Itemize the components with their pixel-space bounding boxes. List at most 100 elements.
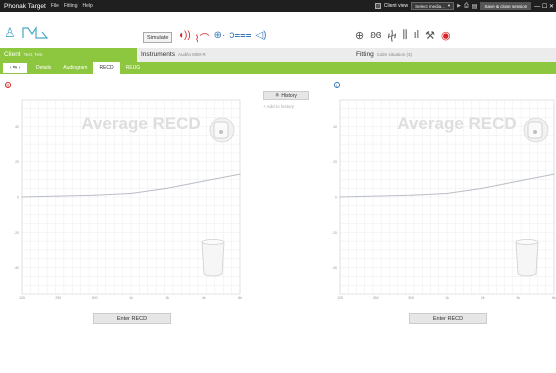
select-media-label: Select media... <box>415 3 445 9</box>
coupler-beaker-icon <box>201 239 225 277</box>
client-section[interactable]: Client Test, Test <box>0 48 137 62</box>
recd-point <box>203 180 205 182</box>
select-media-dropdown[interactable]: Select media... ▾ <box>411 2 455 10</box>
fitting-icons: ⊕ ʚɞ ⴕ ⫼ ıl ⚒ ◉ <box>355 29 451 42</box>
instruments-model: Audéo M90-R <box>177 52 206 57</box>
recd-chart-left: 40 20 0 -20 -40 125 250 500 1k 2k 4k 8k Average RECD <box>332 99 556 300</box>
tools-icon[interactable]: ⚒ <box>425 29 435 42</box>
y-tick-label: 20 <box>15 160 19 164</box>
y-tick-label: 20 <box>333 160 337 164</box>
add-to-history-link[interactable]: + Add to history <box>263 104 294 109</box>
recd-point <box>57 195 59 197</box>
fitting-title: Fitting <box>356 51 374 58</box>
chevron-down-icon: ▾ <box>447 3 451 8</box>
x-tick-label: 2k <box>481 296 485 300</box>
finish-icon[interactable]: ◉ <box>441 29 451 42</box>
tab-audiogram[interactable]: Audiogram <box>57 62 93 74</box>
toolbar-left-icons: ♙ <box>4 26 48 44</box>
simulate-button[interactable]: Simulate <box>143 32 173 43</box>
session-icon[interactable]: ▤ <box>472 3 478 10</box>
instruments-title: Instruments <box>141 51 175 58</box>
menu-file[interactable]: File <box>51 3 59 9</box>
y-tick-label: 40 <box>15 125 19 129</box>
instruments-section[interactable]: Instruments Audéo M90-R <box>137 48 352 62</box>
recd-point <box>553 173 555 175</box>
tab-reug[interactable]: REUG <box>120 62 146 74</box>
x-tick-label: 4k <box>202 296 206 300</box>
ear-remote-icon[interactable]: ⌇⌒ <box>195 30 210 45</box>
x-tick-label: 250 <box>373 296 379 300</box>
client-name: Test, Test <box>23 52 43 57</box>
hearing-aid-signal-icon[interactable]: ◖)) <box>178 30 191 45</box>
tab-details[interactable]: Details <box>30 62 57 74</box>
recd-point <box>482 187 484 189</box>
x-tick-label: 500 <box>92 296 98 300</box>
client-icon[interactable]: ♙ <box>4 26 16 44</box>
recd-point <box>446 192 448 195</box>
enter-recd-button-left[interactable]: Enter RECD <box>409 313 487 324</box>
x-tick-label: 2k <box>165 296 169 300</box>
title-bar: Phonak Target File Fitting Help Client v… <box>0 0 556 12</box>
menu-help[interactable]: Help <box>83 3 93 9</box>
menu-fitting[interactable]: Fitting <box>64 3 78 9</box>
recd-point <box>21 196 23 198</box>
x-tick-label: 500 <box>408 296 414 300</box>
play-icon[interactable]: ▶ <box>457 3 461 9</box>
phonak-target-window: Phonak Target File Fitting Help Client v… <box>0 0 556 373</box>
y-tick-label: 0 <box>335 196 337 200</box>
titlebar-right: Client view Select media... ▾ ▶ ⎙ ▤ Save… <box>374 0 554 12</box>
device-icon[interactable]: ⊕· <box>214 30 226 45</box>
sound-icon[interactable]: ◁) <box>255 30 266 45</box>
chart-title: Average RECD <box>81 114 200 133</box>
fitting-program: Calm situation (3) <box>376 52 412 57</box>
recd-point <box>517 180 519 182</box>
x-tick-label: 4k <box>516 296 520 300</box>
toolbar: ♙ Simulate ◖)) ⌇⌒ ⊕· ↄ⩶ ◁) ⊕ ʚɞ ⴕ ⫼ ıl ⚒… <box>0 12 556 48</box>
history-button[interactable]: ≚ History <box>263 91 309 100</box>
y-tick-label: 40 <box>333 125 337 129</box>
save-close-session-button[interactable]: Save & close session <box>480 2 532 10</box>
bars-icon[interactable]: ıl <box>414 29 420 42</box>
x-tick-label: 125 <box>19 296 25 300</box>
enter-recd-button-right[interactable]: Enter RECD <box>93 313 171 324</box>
target-icon[interactable]: ⊕ <box>355 29 364 42</box>
chart-title: Average RECD <box>397 114 516 133</box>
y-tick-label: -20 <box>332 231 337 235</box>
x-tick-label: 250 <box>55 296 61 300</box>
y-tick-label: 0 <box>17 196 19 200</box>
x-tick-label: 8k <box>238 296 242 300</box>
audiogram-icon[interactable] <box>22 26 48 44</box>
earpiece-icon <box>209 117 235 143</box>
client-view-checkbox[interactable] <box>374 3 381 9</box>
earpiece-icon <box>523 117 549 143</box>
tab-recd[interactable]: RECD <box>93 62 120 74</box>
recd-point <box>239 173 241 175</box>
print-icon[interactable]: ⎙ <box>464 3 469 10</box>
sliders-icon[interactable]: ⫼ <box>403 29 408 42</box>
ears-icon[interactable]: ʚɞ <box>370 29 381 42</box>
recd-point <box>339 196 341 198</box>
ear-signal-icon[interactable]: ↄ⩶ <box>229 30 251 45</box>
recd-point <box>94 194 96 196</box>
recd-point <box>130 192 132 195</box>
history-label: History <box>281 92 297 99</box>
x-tick-label: 1k <box>445 296 449 300</box>
chevrons-down-icon: ≚ <box>275 92 280 99</box>
coupler-beaker-icon <box>515 239 539 277</box>
app-title: Phonak Target <box>4 2 46 10</box>
y-tick-label: -20 <box>14 231 19 235</box>
x-tick-label: 125 <box>337 296 343 300</box>
info-row: Client Test, Test Instruments Audéo M90-… <box>0 48 556 62</box>
x-tick-label: 1k <box>129 296 133 300</box>
client-title: Client <box>4 51 21 58</box>
x-tick-label: 8k <box>552 296 556 300</box>
recd-chart-right: 40 20 0 -20 -40 125 250 500 1k 2k 4k 8k Average RECD <box>14 99 242 300</box>
tuning-fork-icon[interactable]: ⴕ <box>387 29 396 42</box>
fitting-section[interactable]: Fitting Calm situation (3) <box>352 48 556 62</box>
recd-point <box>375 195 377 197</box>
client-view-label: Client view <box>383 3 409 9</box>
window-controls[interactable]: — ☐ ✕ <box>534 3 554 10</box>
instrument-icons: ◖)) ⌇⌒ ⊕· ↄ⩶ ◁) <box>178 30 266 45</box>
client-nav-tabs: ‹ ⇆ › Details Audiogram RECD REUG <box>0 62 556 74</box>
nav-back-forward[interactable]: ‹ ⇆ › <box>3 63 27 73</box>
